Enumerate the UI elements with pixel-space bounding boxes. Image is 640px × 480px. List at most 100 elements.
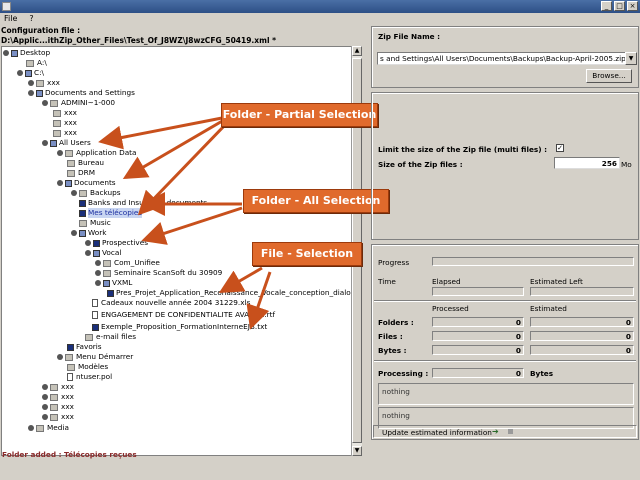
tree-checkbox[interactable] [36,89,43,97]
tree-node[interactable]: Seminaire ScanSoft du 30909 [95,268,222,278]
browse-button[interactable]: Browse... [586,69,632,83]
expand-toggle-icon[interactable] [85,240,91,246]
tree-node[interactable]: Favoris [67,342,102,352]
expand-toggle-icon[interactable] [28,80,34,86]
maximize-button[interactable]: □ [614,1,625,11]
expand-toggle-icon[interactable] [95,280,101,286]
tree-node[interactable]: Menu Démarrer [57,352,133,362]
scroll-up-icon[interactable]: ▲ [352,46,362,56]
expand-toggle-icon[interactable] [71,190,77,196]
menu-bar: File ? [0,13,640,25]
tree-node-label: Documents and Settings [45,88,135,97]
tree-checkbox[interactable] [50,139,57,147]
stop-icon[interactable] [508,429,513,434]
tree-node[interactable]: All Users [42,138,91,148]
tree-node[interactable]: ENGAGEMENT DE CONFIDENTIALITE AVANCE.rtf [92,310,275,320]
expand-toggle-icon[interactable] [42,100,48,106]
tree-node[interactable]: Com_Unifiee [95,258,160,268]
tree-node[interactable]: Vocal [85,248,121,258]
expand-toggle-icon[interactable] [42,394,48,400]
expand-toggle-icon[interactable] [42,404,48,410]
tree-node[interactable]: Work [71,228,106,238]
tree-checkbox[interactable] [79,229,86,237]
tree-node[interactable]: Documents [57,178,116,188]
tree-node[interactable]: ADMINI~1-000 [42,98,115,108]
zip-size-input[interactable]: 256 [554,157,620,169]
tree-node[interactable]: VXML [95,278,132,288]
tree-node-label: Exemple_Proposition_FormationInterneEJB.… [101,322,268,331]
tree-node[interactable]: Mes télécopies [79,208,143,218]
tree-node[interactable]: xxx [53,118,77,128]
file-icon [92,311,98,319]
tree-checkbox[interactable] [79,199,86,207]
expand-toggle-icon[interactable] [57,354,63,360]
tree-node[interactable]: Pres_Projet_Application_Reconaissance_Vo… [107,288,360,298]
expand-toggle-icon[interactable] [95,260,101,266]
drive-icon [26,59,34,67]
expand-toggle-icon[interactable] [85,250,91,256]
close-button[interactable]: × [627,1,638,11]
expand-toggle-icon[interactable] [71,230,77,236]
expand-toggle-icon[interactable] [28,425,34,431]
tree-node[interactable]: xxx [42,402,74,412]
expand-toggle-icon[interactable] [42,140,48,146]
tree-checkbox[interactable] [11,49,18,57]
tree-checkbox[interactable] [93,249,100,257]
processing-bytes-value: 0 [432,368,524,378]
tree-node-label: Media [47,423,69,432]
tree-checkbox[interactable] [107,289,114,297]
tree-node[interactable]: A:\ [26,58,47,68]
expand-toggle-icon[interactable] [17,70,23,76]
tree-node[interactable]: xxx [42,412,74,422]
tree-checkbox[interactable] [65,179,72,187]
update-arrow-icon[interactable]: ➔ [492,427,499,436]
folder-icon [79,219,87,227]
tree-checkbox[interactable] [92,323,99,331]
expand-toggle-icon[interactable] [28,90,34,96]
tree-node[interactable]: Documents and Settings [28,88,135,98]
tree-checkbox[interactable] [103,279,110,287]
tree-node[interactable]: xxx [53,128,77,138]
tree-node[interactable]: Modèles [67,362,108,372]
limit-size-checkbox[interactable]: ✓ [556,144,564,152]
tree-node[interactable]: DRM [67,168,95,178]
tree-node[interactable]: Bureau [67,158,104,168]
tree-node[interactable]: Exemple_Proposition_FormationInterneEJB.… [92,322,267,332]
tree-node[interactable]: Media [28,423,69,433]
tree-node[interactable]: xxx [28,78,60,88]
folder-icon [67,159,75,167]
tree-checkbox[interactable] [79,209,86,217]
expand-toggle-icon[interactable] [95,270,101,276]
tree-node-label: Seminaire ScanSoft du 30909 [114,268,223,277]
tree-node-label: xxx [64,108,77,117]
tree-checkbox[interactable] [67,343,74,351]
tree-checkbox[interactable] [25,69,32,77]
expand-toggle-icon[interactable] [42,414,48,420]
tree-node[interactable]: Cadeaux nouvelle année 2004 31229.xls [92,298,250,308]
expand-toggle-icon[interactable] [57,180,63,186]
tree-node[interactable]: e-mail files [85,332,136,342]
expand-toggle-icon[interactable] [42,384,48,390]
status-bar: Folder added : Télécopies reçues [0,448,640,468]
tree-node[interactable]: C:\ [17,68,44,78]
combo-dropdown-icon[interactable]: ▼ [625,52,637,65]
tree-node[interactable]: Music [79,218,111,228]
tree-node[interactable]: xxx [42,382,74,392]
tree-node[interactable]: xxx [42,392,74,402]
folder-icon [85,333,93,341]
menu-help[interactable]: ? [29,13,33,25]
tree-node[interactable]: Banks and Insurance documents [79,198,207,208]
tree-node[interactable]: Backups [71,188,121,198]
tree-node[interactable]: ntuser.pol [67,372,112,382]
expand-toggle-icon[interactable] [3,50,9,56]
zip-file-name-combo[interactable]: s and Settings\All Users\Documents\Backu… [377,52,629,65]
tree-node[interactable]: Application Data [57,148,137,158]
expand-toggle-icon[interactable] [57,150,63,156]
minimize-button[interactable]: _ [601,1,612,11]
tree-checkbox[interactable] [93,239,100,247]
tree-node[interactable]: xxx [53,108,77,118]
tree-node[interactable]: Desktop [3,48,50,58]
menu-file[interactable]: File [4,13,17,25]
tree-node[interactable]: Prospectives [85,238,148,248]
tree-node-label: A:\ [37,58,47,67]
